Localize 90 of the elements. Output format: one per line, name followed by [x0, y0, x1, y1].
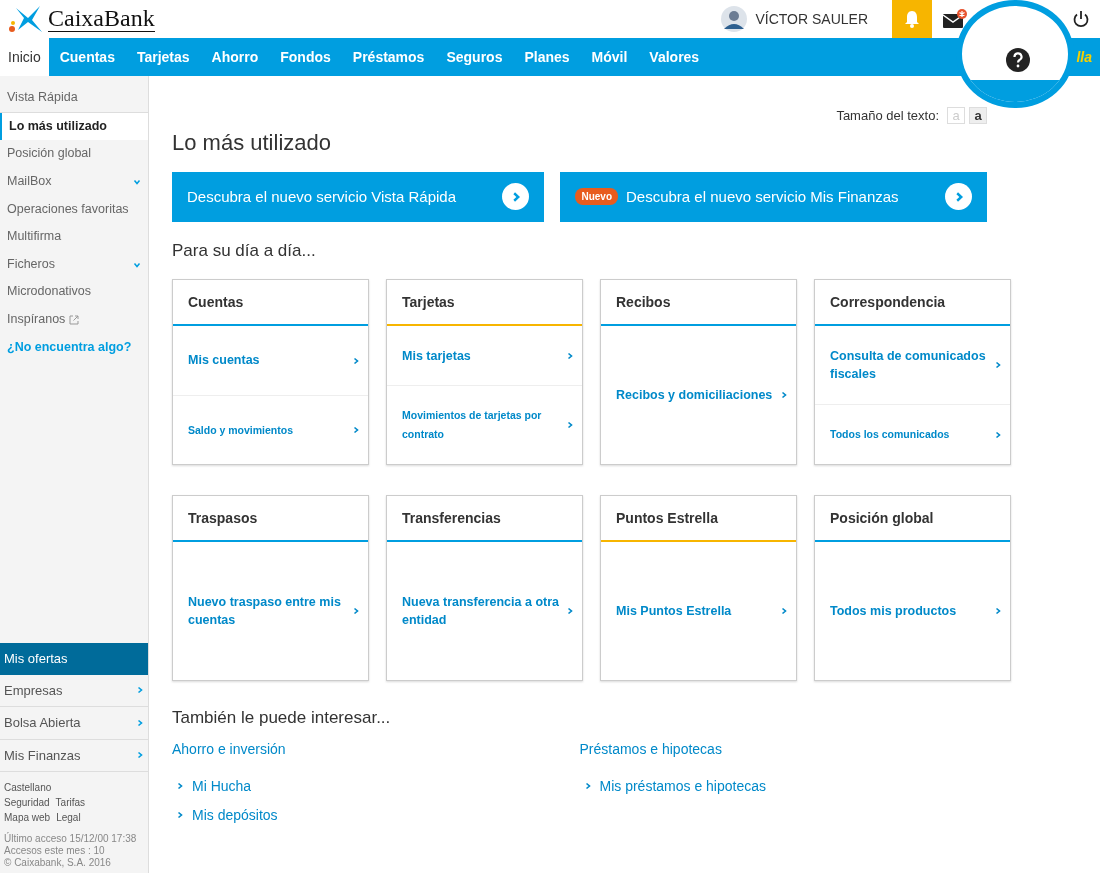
- mail-button[interactable]: [942, 9, 968, 29]
- chevron-right-icon: [994, 607, 1002, 616]
- category-link[interactable]: Préstamos e hipotecas: [579, 738, 722, 760]
- section-title: Para su día a día...: [172, 239, 317, 262]
- nav-tab[interactable]: Cuentas: [48, 38, 126, 76]
- chevron-right-icon: [176, 811, 184, 820]
- chevron-right-icon: [994, 361, 1002, 370]
- chevron-down-icon: [133, 260, 141, 269]
- chevron-right-icon: [780, 607, 788, 616]
- card-link[interactable]: Mis tarjetas: [387, 326, 582, 386]
- chevron-right-icon: [994, 430, 1002, 439]
- chevron-right-icon: [780, 391, 788, 400]
- footer-link[interactable]: Mapa web: [4, 810, 51, 825]
- nav-tab[interactable]: Móvil: [580, 38, 639, 76]
- sidebar-item[interactable]: Ficheros: [0, 250, 148, 279]
- brand-name: CaixaBank: [48, 5, 155, 33]
- page-title: Lo más utilizado: [172, 129, 332, 156]
- nav-tab[interactable]: Seguros: [435, 38, 514, 76]
- offers-header: Mis ofertas: [0, 643, 148, 675]
- card-title: Correspondencia: [815, 280, 1010, 327]
- power-button[interactable]: [1072, 10, 1090, 28]
- user-avatar: [721, 6, 748, 32]
- card-title: Transferencias: [387, 496, 582, 543]
- card-title: Puntos Estrella: [601, 496, 796, 543]
- nav-tab[interactable]: Ahorro: [200, 38, 270, 76]
- card-title: Cuentas: [173, 280, 368, 327]
- chevron-right-icon: [566, 607, 574, 616]
- arrow-circle-icon: [945, 183, 972, 211]
- chevron-right-icon: [583, 782, 592, 791]
- chevron-right-icon: [136, 751, 144, 760]
- card-link[interactable]: Todos los comunicados: [815, 404, 1010, 465]
- nav-tab[interactable]: Fondos: [269, 38, 342, 76]
- footer-link[interactable]: Tarifas: [55, 795, 86, 810]
- sidebar-item[interactable]: MailBox: [0, 167, 148, 196]
- chevron-down-icon: [133, 177, 141, 186]
- text-size-button[interactable]: a: [969, 107, 987, 125]
- nav-link-text[interactable]: lla: [1076, 46, 1092, 68]
- card-link[interactable]: Nuevo traspaso entre mis cuentas: [173, 542, 368, 681]
- sidebar-item[interactable]: Vista Rápida: [0, 84, 148, 113]
- section-title: También le puede interesar...: [172, 707, 392, 730]
- promo-banner[interactable]: Nuevo Descubra el nuevo servicio Mis Finanzas: [560, 171, 987, 222]
- card-link[interactable]: Mis Puntos Estrella: [601, 542, 796, 681]
- sidebar-item[interactable]: Microdonativos: [0, 278, 148, 306]
- card-title: Traspasos: [173, 496, 368, 543]
- card-link[interactable]: Todos mis productos: [815, 542, 1010, 681]
- arrow-circle-icon: [502, 183, 530, 211]
- sidebar-item[interactable]: Operaciones favoritas: [0, 195, 148, 224]
- sidebar-item[interactable]: ¿No encuentra algo?: [0, 333, 148, 362]
- info-text: Último acceso 15/12/00 17:38: [4, 833, 138, 845]
- interest-link[interactable]: Mis depósitos: [172, 804, 278, 826]
- chevron-right-icon: [352, 607, 360, 616]
- chevron-right-icon: [136, 718, 144, 727]
- category-link[interactable]: Ahorro e inversión: [172, 738, 286, 760]
- nav-tab[interactable]: Inicio: [0, 38, 49, 76]
- nav-tab[interactable]: Valores: [638, 38, 711, 76]
- card-link[interactable]: Nueva transferencia a otra entidad: [387, 542, 582, 681]
- chevron-right-icon: [352, 426, 360, 435]
- chevron-right-icon: [136, 686, 144, 695]
- card-title: Tarjetas: [387, 280, 582, 327]
- card-title: Posición global: [815, 496, 1010, 543]
- info-text: Accesos este mes : 10: [4, 845, 106, 857]
- chevron-right-icon: [566, 351, 574, 360]
- text-size-label: Tamaño del texto:: [836, 107, 939, 125]
- nav-tab[interactable]: Tarjetas: [125, 38, 201, 76]
- user-name[interactable]: VÍCTOR SAULER: [755, 8, 868, 30]
- interest-link[interactable]: Mi Hucha: [172, 775, 252, 797]
- chevron-right-icon: [176, 782, 184, 791]
- external-link-icon: [69, 314, 80, 325]
- card-link[interactable]: Consulta de comunicados fiscales: [815, 326, 1010, 405]
- sidebar-item[interactable]: Inspíranos: [0, 306, 148, 334]
- sidebar-item[interactable]: Lo más utilizado: [0, 112, 148, 141]
- card-link[interactable]: Movimientos de tarjetas por contrato: [387, 385, 582, 465]
- card-title: Recibos: [601, 280, 796, 327]
- sidebar-item[interactable]: Posición global: [0, 140, 148, 168]
- sidebar-item[interactable]: Multifirma: [0, 223, 148, 251]
- nav-tab[interactable]: Préstamos: [341, 38, 436, 76]
- info-text: © Caixabank, S.A. 2016: [4, 857, 112, 869]
- card-link[interactable]: Mis cuentas: [173, 326, 368, 395]
- new-badge: Nuevo: [575, 188, 618, 206]
- footer-link[interactable]: Legal: [56, 810, 81, 825]
- card-link[interactable]: Recibos y domiciliaciones: [601, 326, 796, 465]
- chevron-right-icon: [352, 356, 360, 365]
- footer-link[interactable]: Castellano: [4, 780, 52, 795]
- card-link[interactable]: Saldo y movimientos: [173, 394, 368, 465]
- footer-link[interactable]: Seguridad: [4, 795, 50, 810]
- interest-link[interactable]: Mis préstamos e hipotecas: [579, 775, 767, 797]
- promo-banner[interactable]: Descubra el nuevo servicio Vista Rápida: [172, 171, 545, 222]
- chevron-right-icon: [566, 421, 574, 430]
- nav-tab[interactable]: Planes: [513, 38, 581, 76]
- help-icon[interactable]: [1006, 48, 1030, 72]
